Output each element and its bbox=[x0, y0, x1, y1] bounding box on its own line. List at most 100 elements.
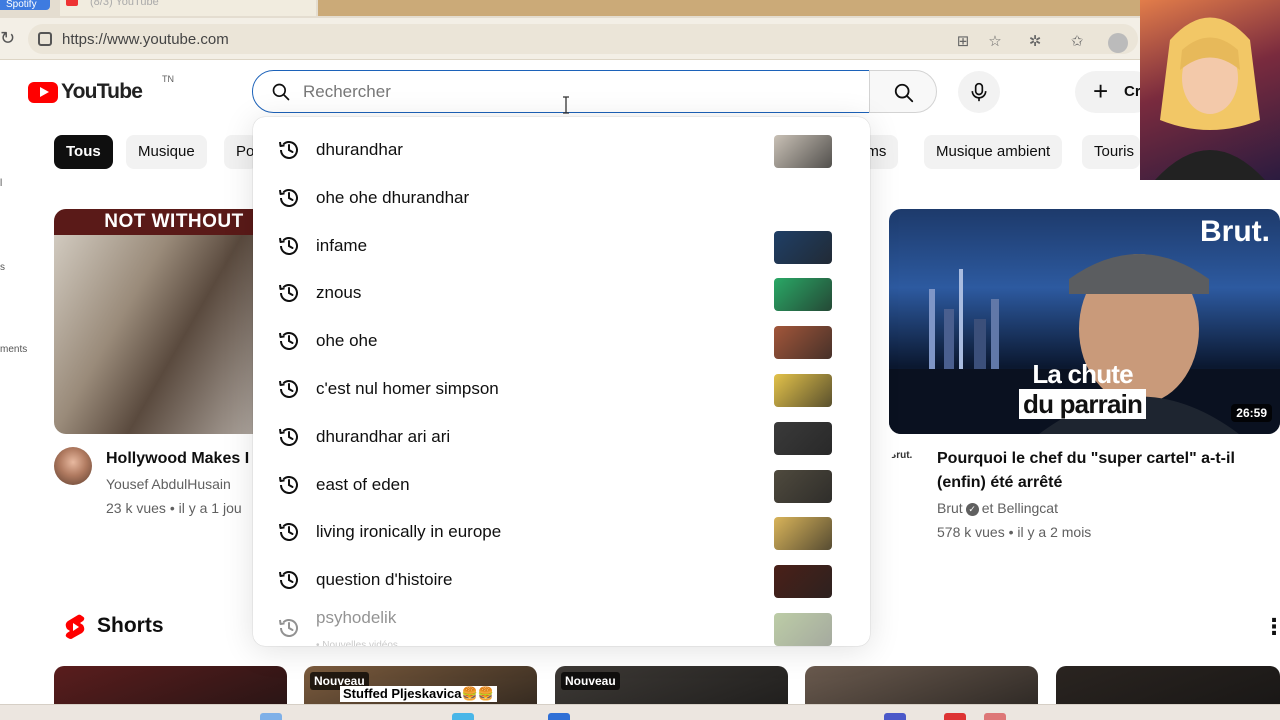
chip-musique-ambient[interactable]: Musique ambient bbox=[924, 135, 1063, 169]
reload-icon[interactable]: ↻ bbox=[0, 28, 16, 48]
url-text[interactable]: https://www.youtube.com bbox=[62, 31, 229, 48]
search-suggestion[interactable]: psyhodelik • Nouvelles vidéos bbox=[253, 604, 870, 646]
video-thumbnail[interactable]: Brut. La chute du parrain 26:59 bbox=[889, 209, 1280, 434]
favorites-icon[interactable]: ✩ bbox=[1068, 33, 1086, 51]
verified-icon: ✓ bbox=[965, 502, 979, 516]
star-bookmark-icon[interactable]: ☆ bbox=[986, 33, 1004, 51]
taskbar-app-icon[interactable] bbox=[548, 713, 570, 720]
taskbar-app-icon[interactable] bbox=[984, 713, 1006, 720]
create-label: Cr bbox=[1124, 83, 1141, 100]
channel-avatar-text: Brut. bbox=[889, 450, 913, 461]
brut-logo: Brut. bbox=[1200, 215, 1270, 248]
suggestion-label: dhurandhar bbox=[316, 140, 403, 159]
suggestion-label: znous bbox=[316, 283, 362, 303]
youtube-logo[interactable]: YouTube TN bbox=[28, 74, 174, 104]
channel-name[interactable]: Yousef AbdulHusain bbox=[106, 472, 231, 496]
history-icon bbox=[279, 380, 298, 398]
sidebar-fragment[interactable]: l bbox=[0, 178, 2, 189]
search-box[interactable] bbox=[252, 70, 870, 113]
history-icon bbox=[279, 141, 298, 159]
microphone-icon bbox=[971, 82, 987, 102]
tab-spotify[interactable]: Spotify bbox=[0, 0, 50, 10]
apps-grid-icon[interactable]: ⊞ bbox=[954, 33, 972, 51]
search-suggestion[interactable]: living ironically in europe bbox=[253, 508, 870, 556]
search-suggestion[interactable]: ohe ohe dhurandhar bbox=[253, 174, 870, 222]
history-icon bbox=[279, 475, 298, 494]
search-suggestion[interactable]: dhurandhar bbox=[253, 126, 870, 174]
tab-youtube[interactable]: (8/3) YouTube bbox=[60, 0, 316, 16]
search-suggestion[interactable]: dhurandhar ari ari bbox=[253, 413, 870, 461]
caption-line-2: du parrain bbox=[1019, 389, 1147, 419]
extensions-icon[interactable]: ✲ bbox=[1026, 33, 1044, 51]
suggestion-thumbnail bbox=[774, 135, 832, 168]
video-title[interactable]: Hollywood Makes I bbox=[106, 447, 256, 471]
plus-icon: + bbox=[1093, 76, 1109, 106]
voice-search-button[interactable] bbox=[958, 71, 1000, 113]
youtube-favicon-icon bbox=[66, 0, 78, 6]
suggestion-thumbnail bbox=[774, 421, 832, 455]
suggestion-label: dhurandhar ari ari bbox=[316, 426, 451, 446]
suggestion-thumbnail bbox=[774, 374, 832, 407]
chip-tourisme[interactable]: Touris bbox=[1082, 135, 1140, 169]
taskbar-app-icon[interactable] bbox=[260, 713, 282, 720]
channel-avatar[interactable] bbox=[54, 447, 92, 485]
more-options-icon[interactable] bbox=[1263, 614, 1280, 640]
sidebar-fragment[interactable]: s bbox=[0, 262, 5, 273]
history-icon bbox=[279, 284, 298, 303]
suggestion-thumbnail bbox=[774, 230, 832, 264]
taskbar-app-icon[interactable] bbox=[452, 713, 474, 720]
suggestion-thumbnail bbox=[774, 278, 832, 312]
taskbar-app-icon[interactable] bbox=[944, 713, 966, 720]
site-info-icon[interactable] bbox=[38, 32, 52, 46]
suggestion-thumbnail bbox=[774, 469, 832, 503]
chip-tous[interactable]: Tous bbox=[54, 135, 113, 169]
browser-toolbar: ↻ https://www.youtube.com ⊞ ☆ ✲ ✩ bbox=[0, 18, 1140, 60]
video-title[interactable]: Pourquoi le chef du "super cartel" a-t-i… bbox=[937, 447, 1257, 495]
profile-avatar-icon[interactable] bbox=[1108, 33, 1128, 53]
taskbar-app-icon[interactable] bbox=[884, 713, 906, 720]
browser-tab-strip: Spotify (8/3) YouTube bbox=[0, 0, 1280, 18]
channel-name[interactable]: Brut bbox=[937, 500, 963, 516]
youtube-play-icon bbox=[28, 81, 58, 103]
search-suggestion[interactable]: c'est nul homer simpson bbox=[253, 365, 870, 413]
history-icon bbox=[279, 236, 298, 255]
history-icon bbox=[279, 619, 298, 637]
history-icon bbox=[279, 523, 298, 542]
duration-badge: 26:59 bbox=[1231, 404, 1272, 422]
youtube-logo-text: YouTube bbox=[61, 80, 143, 103]
suggestion-thumbnail bbox=[774, 517, 832, 551]
address-bar[interactable]: https://www.youtube.com ⊞ ☆ ✲ ✩ bbox=[28, 24, 1138, 54]
video-meta: 23 k vues • il y a 1 jou bbox=[106, 500, 242, 516]
history-icon bbox=[279, 188, 298, 207]
suggestion-label: psyhodelik bbox=[316, 608, 397, 627]
tab-strip-background bbox=[318, 0, 1140, 16]
channel-line: Brut ✓ et Bellingcat bbox=[937, 496, 1058, 520]
search-suggestion[interactable]: znous bbox=[253, 269, 870, 317]
search-suggestion[interactable]: question d'histoire bbox=[253, 556, 870, 604]
search-icon bbox=[272, 83, 290, 101]
suggestion-label: ohe ohe dhurandhar bbox=[316, 187, 470, 207]
text-cursor-icon bbox=[563, 96, 569, 114]
suggestion-label: ohe ohe bbox=[316, 331, 378, 351]
search-suggestion[interactable]: ohe ohe bbox=[253, 317, 870, 365]
channel-avatar[interactable]: Brut. bbox=[889, 450, 919, 486]
history-icon bbox=[279, 332, 298, 351]
search-suggestion[interactable]: east of eden bbox=[253, 461, 870, 509]
search-suggestions-dropdown: dhurandhar ohe ohe dhurandhar infame znous o… bbox=[253, 117, 870, 646]
search-suggestion[interactable]: infame bbox=[253, 222, 870, 270]
search-button[interactable] bbox=[869, 70, 937, 113]
shorts-icon bbox=[65, 614, 85, 639]
suggestion-thumbnail bbox=[774, 613, 832, 646]
suggestion-thumbnail bbox=[774, 326, 832, 360]
chip-musique[interactable]: Musique bbox=[126, 135, 207, 169]
suggestion-label: infame bbox=[316, 235, 368, 255]
suggestion-thumbnail bbox=[774, 565, 832, 599]
channel-collaborator[interactable]: et Bellingcat bbox=[982, 500, 1058, 516]
new-badge: Nouveau bbox=[561, 672, 620, 690]
thumbnail-caption: La chute du parrain bbox=[1019, 359, 1147, 419]
more-options-icon[interactable] bbox=[1271, 448, 1280, 474]
short-caption: Stuffed Pljeskavica🍔🍔 bbox=[340, 686, 497, 702]
search-input[interactable] bbox=[303, 80, 843, 104]
os-taskbar bbox=[0, 704, 1280, 720]
sidebar-fragment[interactable]: ments bbox=[0, 344, 27, 355]
